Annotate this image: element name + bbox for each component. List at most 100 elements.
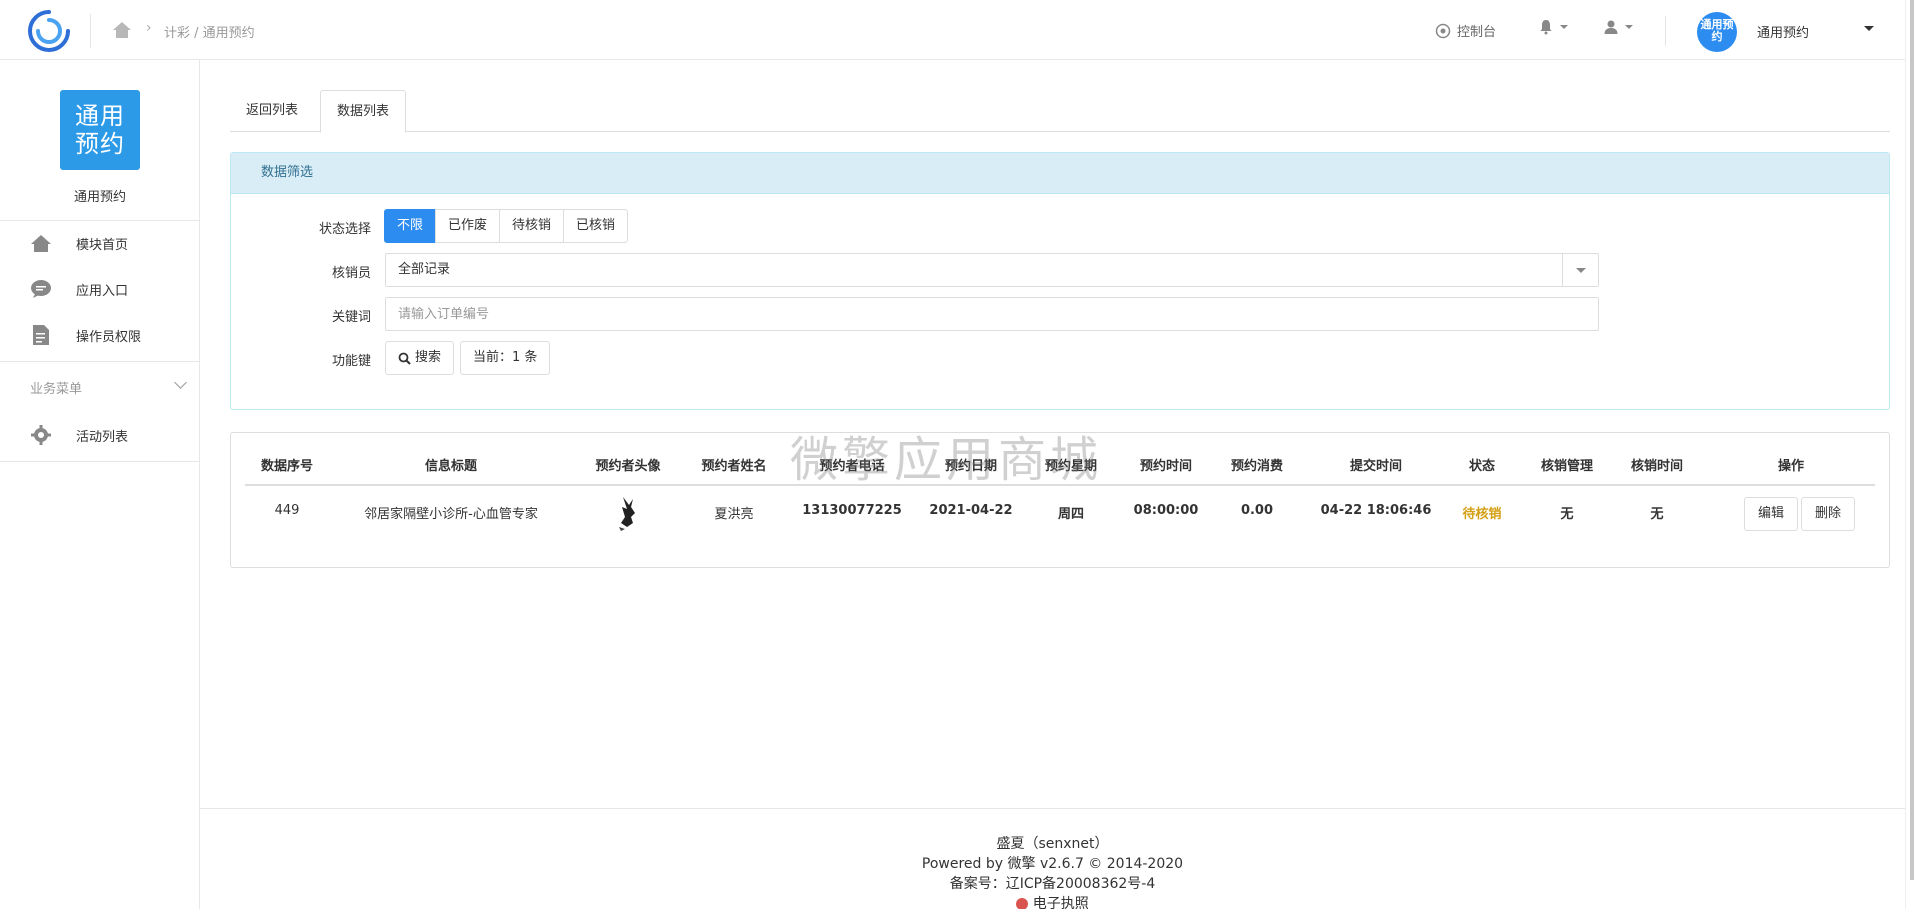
- status-option-pending[interactable]: 待核销: [499, 209, 565, 243]
- verifier-label: 核销员: [331, 266, 371, 281]
- column-header: 核销时间: [1630, 459, 1683, 474]
- column-header: 状态: [1468, 459, 1495, 474]
- logo-icon[interactable]: [26, 8, 72, 54]
- footer-license-label: 电子执照: [1032, 896, 1089, 909]
- divider: [1665, 16, 1666, 46]
- status-option-voided[interactable]: 已作废: [435, 209, 501, 243]
- cell-time: 08:00:00: [1133, 503, 1199, 518]
- status-filter-label: 状态选择: [318, 222, 371, 237]
- cell-weekday: 周四: [1057, 507, 1084, 522]
- status-badge: 待核销: [1462, 507, 1502, 522]
- sidebar-item-module-home[interactable]: 模块首页: [0, 223, 200, 263]
- column-header: 预约消费: [1230, 459, 1283, 474]
- chat-icon: [30, 278, 52, 300]
- scrollbar-thumb[interactable]: [1910, 0, 1914, 880]
- column-header: 预约者头像: [595, 459, 661, 474]
- tab-bar: 返回列表 数据列表: [230, 90, 1890, 133]
- column-header: 预约时间: [1139, 459, 1192, 474]
- data-table: 数据序号 信息标题 预约者头像 预约者姓名 预约者电话 预约日期 预约星期 预约…: [230, 432, 1890, 568]
- caret-down-icon: [1625, 25, 1633, 29]
- cell-phone: 13130077225: [802, 503, 902, 518]
- home-icon[interactable]: [111, 20, 133, 40]
- license-icon: [1016, 898, 1029, 909]
- app-logo-text: 通用预约: [75, 102, 125, 158]
- column-header: 预约者姓名: [701, 459, 767, 474]
- user-dropdown[interactable]: [1603, 19, 1633, 35]
- divider: [90, 14, 91, 48]
- sidebar-item-label: 操作员权限: [76, 329, 142, 345]
- tab-data-list[interactable]: 数据列表: [320, 90, 407, 133]
- verifier-select-value: 全部记录: [398, 262, 451, 277]
- sidebar-group-label[interactable]: 业务菜单: [30, 378, 82, 397]
- current-count-button[interactable]: 当前：1 条: [460, 341, 551, 375]
- cell-cost: 0.00: [1240, 503, 1274, 518]
- sidebar-item-label: 应用入口: [76, 283, 129, 299]
- table-header-divider: [245, 484, 1875, 486]
- column-header: 预约星期: [1044, 459, 1097, 474]
- sidebar-item-label: 模块首页: [76, 237, 129, 253]
- search-button[interactable]: 搜索: [385, 341, 455, 375]
- search-icon: [398, 352, 411, 365]
- footer-license[interactable]: 电子执照: [200, 894, 1905, 909]
- booker-avatar-image: [619, 497, 635, 531]
- app-logo: 通用预约: [60, 90, 140, 170]
- account-name[interactable]: 通用预约: [1757, 22, 1809, 41]
- footer-powered-by[interactable]: Powered by 微擎 v2.6.7 © 2014-2020: [200, 854, 1905, 874]
- top-bar: › 计彩 / 通用预约 控制台 通用预约 通用预约: [0, 0, 1905, 60]
- divider: [200, 808, 1905, 809]
- console-link[interactable]: 控制台: [1435, 21, 1496, 40]
- caret-down-icon: [1560, 25, 1568, 29]
- document-icon: [30, 324, 52, 346]
- sidebar-item-operator-permissions[interactable]: 操作员权限: [0, 315, 200, 355]
- edit-button[interactable]: 编辑: [1744, 497, 1799, 531]
- app-name: 通用预约: [73, 190, 126, 205]
- cell-verify-time: 无: [1650, 507, 1664, 522]
- search-button-label: 搜索: [415, 350, 442, 365]
- cell-date: 2021-04-22: [929, 503, 1013, 518]
- tab-back-to-list[interactable]: 返回列表: [230, 90, 314, 132]
- bell-icon: [1540, 20, 1552, 35]
- keyword-label: 关键词: [331, 310, 371, 325]
- chevron-down-icon[interactable]: [174, 376, 187, 389]
- gear-icon: [30, 424, 52, 446]
- status-option-verified[interactable]: 已核销: [563, 209, 629, 243]
- column-header: 提交时间: [1349, 459, 1402, 474]
- column-header: 核销管理: [1540, 459, 1593, 474]
- breadcrumb[interactable]: 计彩 / 通用预约: [164, 22, 255, 41]
- dashboard-icon: [1435, 23, 1451, 38]
- filter-panel-title: 数据筛选: [231, 153, 1889, 194]
- function-keys-label: 功能键: [331, 354, 371, 369]
- sidebar: 通用预约 通用预约 模块首页 应用入口 操作员权限 业务菜单 活动列表: [0, 60, 200, 909]
- column-header: 信息标题: [424, 459, 477, 474]
- status-option-all[interactable]: 不限: [384, 209, 437, 243]
- status-filter-group: 不限 已作废 待核销 已核销: [384, 209, 629, 243]
- cell-name: 夏洪亮: [714, 507, 754, 522]
- verifier-select[interactable]: 全部记录: [385, 253, 1599, 287]
- divider: [0, 220, 200, 221]
- column-header: 预约者电话: [819, 459, 885, 474]
- console-label: 控制台: [1457, 25, 1497, 40]
- cell-submitted: 04-22 18:06:46: [1320, 503, 1432, 518]
- cell-id: 449: [274, 503, 300, 518]
- chevron-right-icon: ›: [146, 20, 152, 36]
- footer-company: 盛夏（senxnet）: [996, 836, 1109, 852]
- column-header: 预约日期: [944, 459, 997, 474]
- sidebar-item-activity-list[interactable]: 活动列表: [0, 415, 200, 455]
- cell-verify-manage: 无: [1560, 507, 1574, 522]
- home-icon: [30, 232, 52, 254]
- divider: [0, 461, 200, 462]
- chevron-down-icon[interactable]: [1562, 254, 1598, 286]
- user-icon: [1604, 20, 1618, 34]
- divider: [0, 361, 200, 362]
- sidebar-item-label: 活动列表: [76, 429, 129, 445]
- sidebar-item-app-entry[interactable]: 应用入口: [0, 269, 200, 309]
- avatar[interactable]: 通用预约: [1697, 12, 1737, 52]
- notifications-dropdown[interactable]: [1538, 19, 1568, 35]
- column-header: 操作: [1777, 459, 1804, 474]
- delete-button[interactable]: 删除: [1801, 497, 1856, 531]
- column-header: 数据序号: [260, 459, 313, 474]
- caret-down-icon[interactable]: [1864, 26, 1874, 31]
- footer-icp[interactable]: 备案号：辽ICP备20008362号-4: [200, 874, 1905, 894]
- filter-panel: 数据筛选 状态选择 不限 已作废 待核销 已核销 核销员 全部记录 关键词 功能…: [230, 152, 1890, 410]
- keyword-input[interactable]: [385, 297, 1599, 331]
